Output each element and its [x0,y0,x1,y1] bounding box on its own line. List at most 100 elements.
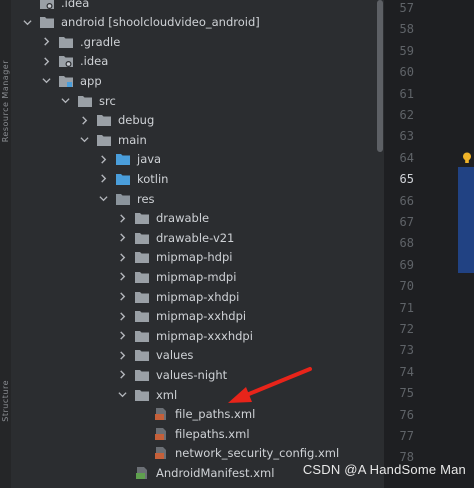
chevron-right-icon[interactable] [40,36,52,48]
line-number[interactable]: 61 [384,87,414,101]
tree-row-label: filepaths.xml [175,426,250,441]
lightbulb-icon[interactable] [462,152,472,164]
tree-row[interactable]: .idea [11,52,375,71]
line-number[interactable]: 71 [384,301,414,315]
chevron-right-icon[interactable] [116,349,128,361]
xml-file-icon [153,407,169,421]
chevron-right-icon[interactable] [40,55,52,67]
line-number[interactable]: 74 [384,365,414,379]
tree-row[interactable]: mipmap-hdpi [11,248,375,267]
module-folder-icon [58,74,74,88]
line-number[interactable]: 66 [384,194,414,208]
tree-row[interactable]: app [11,71,375,90]
chevron-right-icon[interactable] [116,212,128,224]
tree-row-label: mipmap-xhdpi [156,289,240,304]
chevron-right-icon[interactable] [116,369,128,381]
tree-row[interactable]: file_paths.xml [11,405,375,424]
line-number[interactable]: 75 [384,386,414,400]
tree-row-label: .gradle [80,34,121,49]
chevron-down-icon[interactable] [21,16,33,28]
line-number[interactable]: 59 [384,44,414,58]
tree-row-label: xml [156,387,178,402]
chevron-right-icon[interactable] [116,330,128,342]
line-number[interactable]: 67 [384,215,414,229]
watermark: CSDN @A HandSome Man [302,462,466,477]
folder-icon [96,113,112,127]
folder-icon [96,133,112,147]
line-number[interactable]: 63 [384,129,414,143]
chevron-right-icon[interactable] [116,291,128,303]
chevron-right-icon[interactable] [116,232,128,244]
tree-scrollbar-thumb[interactable] [377,0,383,152]
chevron-right-icon[interactable] [116,251,128,263]
tree-row-label: mipmap-xxhdpi [156,309,247,324]
line-number[interactable]: 77 [384,429,414,443]
line-number[interactable]: 73 [384,343,414,357]
tree-row-label: app [80,73,102,88]
tree-row-label: mipmap-xxxhdpi [156,328,253,343]
line-number[interactable]: 68 [384,236,414,250]
chevron-down-icon[interactable] [78,134,90,146]
xml-file-icon [153,427,169,441]
line-number[interactable]: 72 [384,322,414,336]
tree-row-label: mipmap-hdpi [156,250,233,265]
chevron-right-icon[interactable] [78,114,90,126]
chevron-right-icon[interactable] [97,173,109,185]
line-number[interactable]: 58 [384,22,414,36]
tree-row[interactable]: xml [11,385,375,404]
tree-row[interactable]: drawable [11,209,375,228]
tree-row-label: src [99,93,116,108]
tree-row[interactable]: mipmap-xxxhdpi [11,326,375,345]
tree-row-label: values [156,348,194,363]
folder-icon [134,348,150,362]
tree-row[interactable]: filepaths.xml [11,424,375,443]
folder-icon [134,231,150,245]
tree-row[interactable]: drawable-v21 [11,228,375,247]
tree-row[interactable]: mipmap-xhdpi [11,287,375,306]
line-number[interactable]: 76 [384,408,414,422]
editor-gutter: 57 58 59 60 61 62 63 64 65 66 67 68 69 70 71 72 73 74 75 76… [385,0,460,488]
tree-row[interactable]: res [11,189,375,208]
chevron-down-icon[interactable] [116,389,128,401]
chevron-down-icon[interactable] [97,193,109,205]
resource-folder-icon [115,192,131,206]
resource-manager-tab[interactable]: Resource Manager [1,60,10,142]
line-number[interactable]: 57 [384,1,414,15]
tree-row[interactable]: .idea [11,0,375,12]
chevron-down-icon[interactable] [59,95,71,107]
tree-row-label: kotlin [137,171,169,186]
line-number[interactable]: 60 [384,65,414,79]
tree-row[interactable]: values [11,346,375,365]
tree-row[interactable]: java [11,150,375,169]
tree-row[interactable]: values-night [11,365,375,384]
tree-row[interactable]: debug [11,111,375,130]
folder-icon [77,94,93,108]
folder-icon [134,388,150,402]
tree-row[interactable]: src [11,91,375,110]
editor-selection [458,167,474,273]
structure-tab[interactable]: Structure [1,380,10,422]
line-number[interactable]: 70 [384,279,414,293]
tree-row[interactable]: mipmap-mdpi [11,267,375,286]
tree-row[interactable]: kotlin [11,169,375,188]
tree-row[interactable]: main [11,130,375,149]
chevron-right-icon[interactable] [116,310,128,322]
tree-row[interactable]: network_security_config.xml [11,444,375,463]
chevron-right-icon[interactable] [97,153,109,165]
tree-row-label: drawable [156,211,210,226]
line-number[interactable]: 62 [384,108,414,122]
folder-icon [134,368,150,382]
line-number[interactable]: 64 [384,151,414,165]
chevron-right-icon[interactable] [116,271,128,283]
tree-row[interactable]: android [shoolcloudvideo_android] [11,13,375,32]
tree-row[interactable]: mipmap-xxhdpi [11,307,375,326]
tree-row-label: debug [118,113,155,128]
tree-row-label: file_paths.xml [175,407,256,422]
line-number[interactable]: 69 [384,258,414,272]
chevron-down-icon[interactable] [40,75,52,87]
tree-row[interactable]: .gradle [11,32,375,51]
line-number[interactable]: 65 [384,172,414,186]
